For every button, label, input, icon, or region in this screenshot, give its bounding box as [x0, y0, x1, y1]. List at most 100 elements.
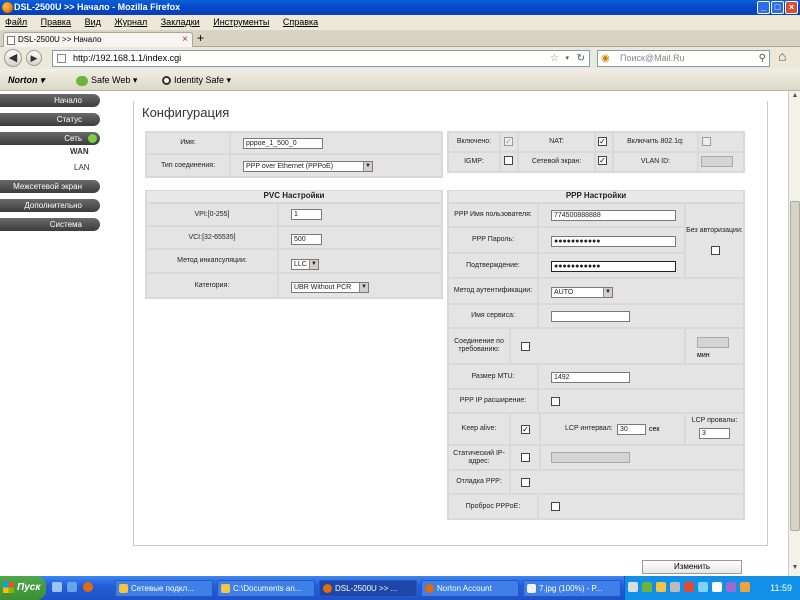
norton-tray-icon[interactable]: [642, 582, 652, 592]
menu-edit[interactable]: Правка: [41, 17, 71, 27]
forward-arrow-icon[interactable]: ▶: [26, 50, 42, 66]
no-auth-label: Без авторизации:: [686, 226, 743, 234]
taskbar-item-network[interactable]: Сетевые подкл...: [115, 580, 213, 597]
taskbar-item-norton[interactable]: Norton Account: [421, 580, 519, 597]
page-content: Начало Статус Сеть WAN LAN Межсетевой эк…: [0, 91, 788, 576]
menu-view[interactable]: Вид: [85, 17, 101, 27]
ppp-user-label: PPP Имя пользователя:: [449, 204, 537, 226]
confirm-input[interactable]: ●●●●●●●●●●●: [551, 261, 676, 272]
nat-checkbox[interactable]: ✓: [598, 137, 607, 146]
chevron-down-icon: ▼: [603, 288, 612, 297]
safe-web-button[interactable]: Safe Web ▾: [76, 69, 137, 91]
language-icon[interactable]: [628, 582, 638, 592]
menu-file[interactable]: Файл: [5, 17, 27, 27]
name-input[interactable]: pppoe_1_500_0: [243, 138, 323, 149]
network-tray-icon[interactable]: [656, 582, 666, 592]
security-tray-icon[interactable]: [684, 582, 694, 592]
firewall-checkbox[interactable]: ✓: [598, 156, 607, 165]
ip-extension-checkbox[interactable]: [551, 397, 560, 406]
debug-checkbox[interactable]: [521, 478, 530, 487]
lcp-interval-unit: сек: [649, 426, 660, 433]
taskbar-item-paint[interactable]: 7.jpg (100%) - P...: [523, 580, 621, 597]
igmp-checkbox[interactable]: [504, 156, 513, 165]
conn-type-label: Тип соединения:: [147, 155, 229, 176]
dropdown-icon[interactable]: ▾: [565, 51, 569, 66]
minimize-button[interactable]: _: [757, 1, 770, 14]
identity-safe-button[interactable]: Identity Safe ▾: [162, 69, 231, 91]
pppoe-passthrough-checkbox[interactable]: [551, 502, 560, 511]
quicklaunch-search-icon[interactable]: [52, 582, 62, 592]
sidebar-item-system[interactable]: Система: [0, 218, 100, 231]
keep-alive-checkbox[interactable]: ✓: [521, 425, 530, 434]
change-button[interactable]: Изменить: [642, 560, 742, 574]
sidebar-item-firewall[interactable]: Межсетевой экран: [0, 180, 100, 193]
no-auth-cell: Без авторизации:: [686, 204, 743, 277]
on-demand-checkbox[interactable]: [521, 342, 530, 351]
vpi-label: VPI:[0-255]: [147, 204, 277, 225]
category-select[interactable]: UBR Without PCR ▼: [291, 282, 369, 293]
auth-method-select[interactable]: AUTO ▼: [551, 287, 613, 298]
page-scrollbar[interactable]: ▲ ▼: [788, 91, 800, 576]
static-ip-checkbox[interactable]: [521, 453, 530, 462]
firefox-icon: [425, 584, 434, 593]
bookmark-star-icon[interactable]: ☆: [550, 51, 559, 66]
volume-icon[interactable]: [712, 582, 722, 592]
no-auth-checkbox[interactable]: [711, 246, 720, 255]
encap-select[interactable]: LLC ▼: [291, 259, 319, 270]
menu-help[interactable]: Справка: [283, 17, 318, 27]
back-arrow-icon[interactable]: ◀: [4, 49, 22, 67]
usb-tray-icon[interactable]: [670, 582, 680, 592]
taskbar-item-documents[interactable]: C:\Documents an...: [217, 580, 315, 597]
update-tray-icon[interactable]: [740, 582, 750, 592]
maximize-button[interactable]: □: [771, 1, 784, 14]
minutes-label: мин: [697, 352, 710, 359]
sidebar-item-home[interactable]: Начало: [0, 94, 100, 107]
tab-close-icon[interactable]: ×: [182, 33, 188, 47]
home-icon[interactable]: ⌂: [778, 48, 786, 64]
service-name-input[interactable]: [551, 311, 630, 322]
on-demand-minutes-input[interactable]: [697, 337, 729, 348]
tab-dsl[interactable]: DSL-2500U >> Начало ×: [3, 32, 193, 47]
vpi-input[interactable]: 1: [291, 209, 322, 220]
vlan-8021q-checkbox[interactable]: [702, 137, 711, 146]
menu-bookmarks[interactable]: Закладки: [161, 17, 200, 27]
vci-input[interactable]: 500: [291, 234, 322, 245]
sidebar-item-advanced[interactable]: Дополнительно: [0, 199, 100, 212]
app-tray-icon[interactable]: [726, 582, 736, 592]
lcp-fail-label: LCP провалы:: [691, 417, 738, 424]
mtu-input[interactable]: 1492: [551, 372, 630, 383]
address-bar[interactable]: http://192.168.1.1/index.cgi ☆ ▾ ↻: [52, 50, 590, 67]
safe-web-icon: [76, 75, 88, 86]
search-engine-icon[interactable]: ◉: [601, 51, 610, 66]
firewall-label: Сетевой экран:: [519, 153, 594, 171]
sidebar-sub-lan[interactable]: LAN: [74, 163, 90, 172]
conn-type-select[interactable]: PPP over Ethernet (PPPoE) ▼: [243, 161, 373, 172]
taskbar-item-firefox[interactable]: DSL-2500U >> ...: [319, 580, 417, 597]
search-field[interactable]: ◉ Поиск@Mail.Ru ⚲: [597, 50, 770, 67]
ppp-user-input[interactable]: 774500888888: [551, 210, 676, 221]
enabled-checkbox[interactable]: ✓: [504, 137, 513, 146]
start-button[interactable]: Пуск: [0, 576, 46, 600]
page-title: Конфигурация: [140, 105, 232, 120]
connection-tray-icon[interactable]: [698, 582, 708, 592]
search-icon[interactable]: ⚲: [759, 51, 766, 66]
sidebar-item-network[interactable]: Сеть: [0, 132, 100, 145]
tab-label: DSL-2500U >> Начало: [18, 35, 102, 44]
vlan-id-input[interactable]: [701, 156, 733, 167]
menu-tools[interactable]: Инструменты: [213, 17, 269, 27]
sidebar-sub-wan[interactable]: WAN: [70, 147, 89, 156]
lcp-fail-input[interactable]: 3: [699, 428, 730, 439]
quicklaunch-desktop-icon[interactable]: [67, 582, 77, 592]
quicklaunch-firefox-icon[interactable]: [83, 582, 93, 592]
ppp-password-input[interactable]: ●●●●●●●●●●●: [551, 236, 676, 247]
sidebar-item-status[interactable]: Статус: [0, 113, 100, 126]
firefox-icon: [323, 584, 332, 593]
close-window-button[interactable]: ×: [785, 1, 798, 14]
lcp-interval-input[interactable]: 30: [617, 424, 646, 435]
reload-icon[interactable]: ↻: [577, 51, 585, 66]
static-ip-input[interactable]: [551, 452, 630, 463]
name-label: Имя:: [147, 133, 229, 153]
menu-history[interactable]: Журнал: [114, 17, 147, 27]
new-tab-button[interactable]: +: [197, 31, 204, 45]
norton-logo[interactable]: Norton ▾: [8, 69, 45, 91]
